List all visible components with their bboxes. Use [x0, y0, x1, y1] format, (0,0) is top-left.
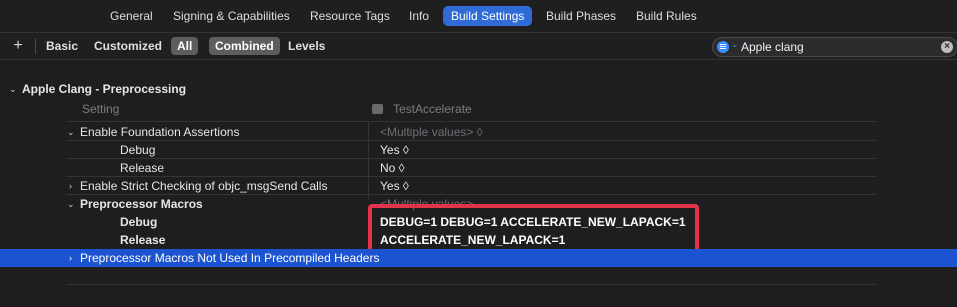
- filter-combined[interactable]: Combined: [209, 37, 280, 55]
- column-target: TestAccelerate: [393, 102, 472, 116]
- setting-label: Enable Strict Checking of objc_msgSend C…: [80, 179, 328, 193]
- filter-icon[interactable]: [717, 41, 729, 53]
- chevron-down-icon[interactable]: ⌄: [67, 123, 75, 141]
- setting-label: Enable Foundation Assertions: [80, 125, 240, 139]
- editor-tab-bar: General Signing & Capabilities Resource …: [0, 0, 957, 33]
- clear-search-button[interactable]: ×: [941, 41, 953, 53]
- setting-row-foundation-debug[interactable]: Debug Yes ◊: [0, 141, 957, 159]
- chevron-down-icon[interactable]: ⌄: [9, 80, 17, 98]
- tab-general[interactable]: General: [102, 6, 161, 26]
- setting-label: Release: [120, 233, 166, 247]
- chevron-right-icon[interactable]: ›: [69, 177, 72, 195]
- add-setting-button[interactable]: +: [10, 35, 26, 57]
- filter-all[interactable]: All: [171, 37, 199, 55]
- target-icon: [372, 104, 383, 114]
- setting-row-foundation-release[interactable]: Release No ◊: [0, 159, 957, 177]
- search-input[interactable]: Apple clang: [741, 39, 804, 55]
- divider: [66, 284, 876, 285]
- filter-levels[interactable]: Levels: [282, 37, 331, 55]
- tab-build-phases[interactable]: Build Phases: [538, 6, 624, 26]
- chevron-down-icon[interactable]: ⌄: [731, 39, 739, 50]
- setting-value[interactable]: No ◊: [380, 159, 405, 177]
- setting-label: Release: [120, 161, 165, 175]
- setting-value[interactable]: <Multiple values> ◊: [380, 123, 483, 141]
- annotation-highlight-box: [368, 204, 699, 254]
- setting-label: Debug: [120, 215, 158, 229]
- chevron-down-icon[interactable]: ⌄: [67, 195, 75, 213]
- setting-value[interactable]: Yes ◊: [380, 141, 409, 159]
- search-field[interactable]: ⌄ Apple clang ×: [712, 37, 957, 57]
- tab-build-settings[interactable]: Build Settings: [443, 6, 533, 26]
- divider: [66, 121, 876, 122]
- tab-signing-capabilities[interactable]: Signing & Capabilities: [165, 6, 298, 26]
- filter-basic[interactable]: Basic: [40, 37, 84, 55]
- toolbar-divider: [35, 38, 36, 54]
- setting-row-foundation-assertions[interactable]: ⌄ Enable Foundation Assertions <Multiple…: [0, 123, 957, 141]
- filter-customized[interactable]: Customized: [88, 37, 168, 55]
- tab-info[interactable]: Info: [401, 6, 437, 26]
- section-title: Apple Clang - Preprocessing: [22, 82, 187, 96]
- setting-label: Preprocessor Macros Not Used In Precompi…: [80, 251, 380, 265]
- setting-value[interactable]: Yes ◊: [380, 177, 409, 195]
- tab-resource-tags[interactable]: Resource Tags: [302, 6, 398, 26]
- column-setting: Setting: [82, 102, 120, 116]
- setting-label: Preprocessor Macros: [80, 197, 203, 211]
- section-header[interactable]: ⌄ Apple Clang - Preprocessing: [0, 80, 957, 98]
- column-header-row: Setting TestAccelerate: [0, 100, 957, 118]
- chevron-right-icon[interactable]: ›: [69, 249, 72, 267]
- setting-row-macros-not-used[interactable]: › Preprocessor Macros Not Used In Precom…: [0, 249, 957, 267]
- setting-label: Debug: [120, 143, 156, 157]
- tab-build-rules[interactable]: Build Rules: [628, 6, 705, 26]
- setting-row-strict-checking[interactable]: › Enable Strict Checking of objc_msgSend…: [0, 177, 957, 195]
